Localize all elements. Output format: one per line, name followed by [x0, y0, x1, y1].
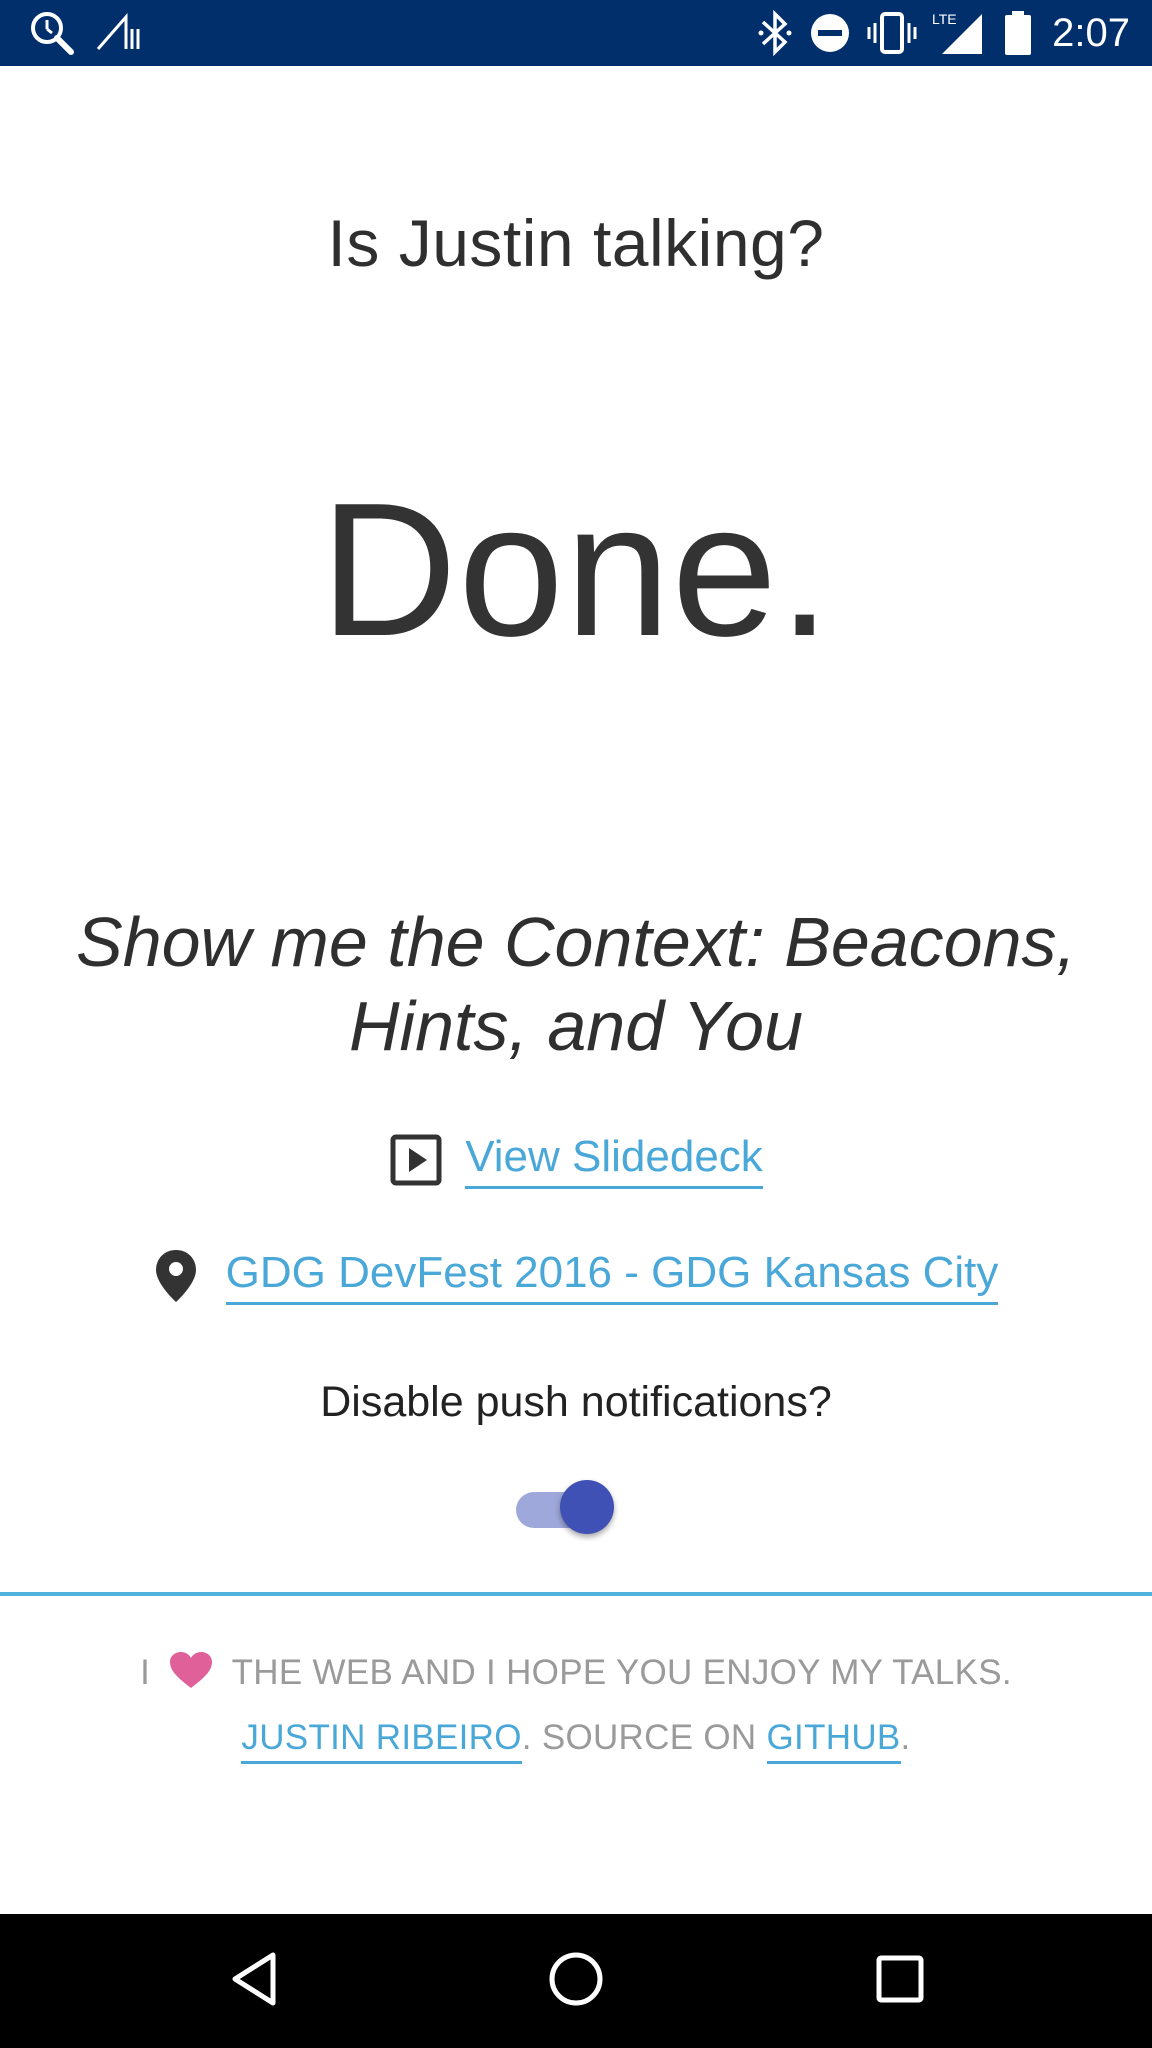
talking-status: Done.	[319, 464, 832, 676]
author-link[interactable]: JUSTIN RIBEIRO	[241, 1718, 522, 1764]
recents-icon	[875, 1954, 925, 2009]
screen: LTE 2:07 Is Justin talking? Done. Show m…	[0, 0, 1152, 2048]
footer-tagline: THE WEB AND I HOPE YOU ENJOY MY TALKS.	[231, 1653, 1012, 1692]
github-link[interactable]: GITHUB	[766, 1718, 901, 1764]
recents-button[interactable]	[830, 1914, 970, 2048]
vibrate-icon	[864, 0, 920, 66]
page-question: Is Justin talking?	[327, 206, 825, 280]
footer-credit-line: JUSTIN RIBEIRO. SOURCE ON GITHUB.	[0, 1718, 1152, 1764]
source-text: . SOURCE ON	[521, 1718, 767, 1757]
back-icon	[229, 1951, 279, 2012]
heart-icon	[168, 1650, 214, 1699]
view-slidedeck-link[interactable]: View Slidedeck	[465, 1132, 763, 1189]
footer-end-period: .	[900, 1718, 911, 1757]
footer-divider	[0, 1592, 1152, 1596]
home-button[interactable]	[506, 1914, 646, 2048]
home-icon	[548, 1951, 604, 2012]
do-not-disturb-icon	[806, 0, 854, 66]
footer-i-text: I	[140, 1653, 151, 1692]
status-bar: LTE 2:07	[0, 0, 1152, 66]
event-row: GDG DevFest 2016 - GDG Kansas City	[0, 1243, 1152, 1309]
svg-text:LTE: LTE	[932, 11, 957, 27]
slideshow-icon	[389, 1133, 443, 1187]
push-notifications-label: Disable push notifications?	[320, 1378, 832, 1426]
bluetooth-icon	[752, 0, 798, 66]
push-notifications-toggle[interactable]	[514, 1478, 616, 1534]
event-link[interactable]: GDG DevFest 2016 - GDG Kansas City	[225, 1248, 999, 1305]
back-button[interactable]	[184, 1914, 324, 2048]
signal-data-icon	[94, 0, 144, 66]
status-time: 2:07	[1052, 11, 1130, 55]
talk-title: Show me the Context: Beacons, Hints, and…	[76, 903, 1076, 1065]
navigation-bar	[0, 1914, 1152, 2048]
lte-signal-icon: LTE	[930, 0, 988, 66]
battery-icon	[998, 0, 1038, 66]
location-search-icon	[24, 0, 80, 66]
slides-row: View Slidedeck	[0, 1130, 1152, 1190]
footer-love-line: I THE WEB AND I HOPE YOU ENJOY MY TALKS.	[0, 1650, 1152, 1699]
toggle-thumb	[560, 1480, 614, 1534]
location-pin-icon	[154, 1248, 198, 1304]
